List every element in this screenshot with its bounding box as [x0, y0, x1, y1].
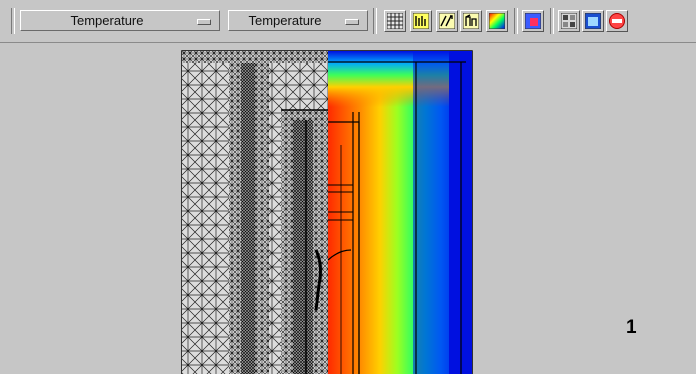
variable-dropdown-1[interactable]: Temperature: [20, 10, 220, 31]
layout-icon: [561, 13, 577, 29]
variable-dropdown-2[interactable]: Temperature: [228, 10, 368, 31]
vector-plot-button[interactable]: [436, 10, 458, 32]
toolbar-separator: [514, 8, 518, 34]
toolbar-separator: [550, 8, 554, 34]
color-map-icon: [489, 13, 505, 29]
variable-dropdown-2-value: Temperature: [248, 13, 322, 28]
toolbar-separator: [11, 8, 15, 34]
window-button[interactable]: [582, 10, 604, 32]
variable-dropdown-1-value: Temperature: [70, 13, 144, 28]
contour-plot-icon: [413, 13, 429, 29]
toolbar-separator: [373, 8, 377, 34]
mesh-dense-band: [241, 51, 255, 374]
select-region-button[interactable]: [522, 10, 544, 32]
streamline-button[interactable]: [460, 10, 482, 32]
dropdown-arrow-icon: [345, 19, 359, 25]
mesh-view-icon: [387, 13, 403, 29]
viewport-border: [0, 42, 696, 43]
contour-plot-button[interactable]: [410, 10, 432, 32]
stop-button[interactable]: [606, 10, 628, 32]
toolbar: Temperature Temperature: [0, 0, 696, 42]
simulation-plot: [181, 50, 473, 374]
stop-icon: [609, 13, 625, 29]
vector-plot-icon: [439, 13, 455, 29]
color-map-button[interactable]: [486, 10, 508, 32]
window-icon: [585, 13, 601, 29]
streamline-icon: [463, 13, 479, 29]
select-region-icon: [525, 13, 541, 29]
mesh-dense-inner: [293, 120, 313, 374]
mesh-top-band: [182, 51, 328, 63]
mesh-view-button[interactable]: [384, 10, 406, 32]
dropdown-arrow-icon: [197, 19, 211, 25]
layout-button[interactable]: [558, 10, 580, 32]
panel-number: 1: [626, 317, 637, 338]
